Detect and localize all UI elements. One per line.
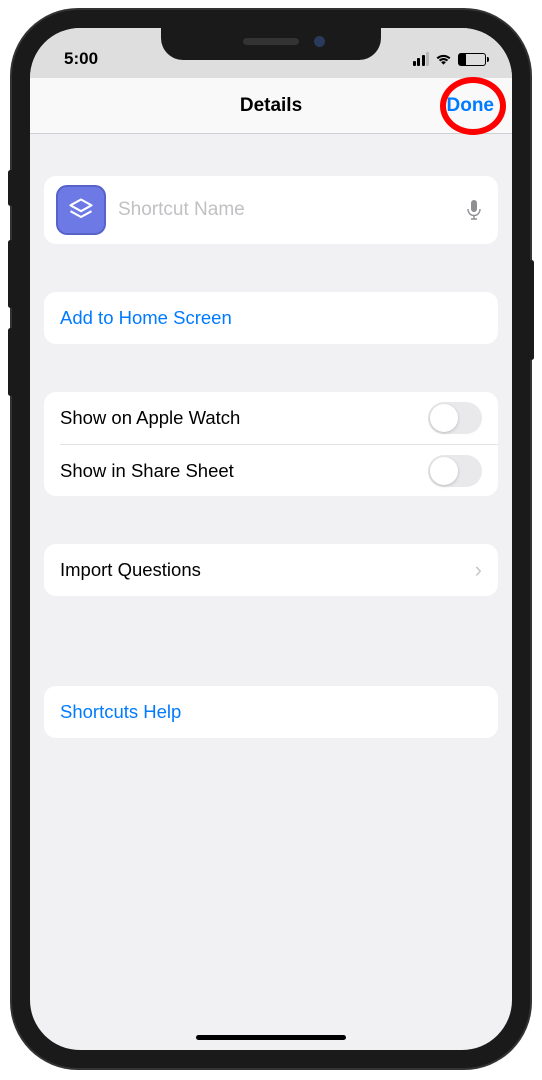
home-indicator[interactable] bbox=[196, 1035, 346, 1040]
add-to-home-screen-row[interactable]: Add to Home Screen bbox=[44, 292, 498, 344]
show-in-share-sheet-row: Show in Share Sheet bbox=[60, 444, 498, 496]
show-in-share-sheet-switch[interactable] bbox=[428, 455, 482, 487]
add-to-home-screen-label: Add to Home Screen bbox=[60, 307, 232, 329]
content-area: Add to Home Screen Show on Apple Watch S… bbox=[30, 176, 512, 738]
shortcut-name-input[interactable] bbox=[118, 199, 462, 221]
show-on-apple-watch-switch[interactable] bbox=[428, 402, 482, 434]
shortcuts-help-row[interactable]: Shortcuts Help bbox=[44, 686, 498, 738]
status-icons bbox=[413, 52, 487, 66]
shortcut-icon-button[interactable] bbox=[56, 185, 106, 235]
dictation-button[interactable] bbox=[462, 198, 486, 222]
status-time: 5:00 bbox=[64, 49, 98, 69]
nav-header: Details Done bbox=[30, 78, 512, 134]
layers-icon bbox=[67, 196, 95, 224]
nav-title: Details bbox=[240, 95, 302, 117]
shortcut-name-group bbox=[44, 176, 498, 244]
battery-icon bbox=[458, 53, 486, 66]
volume-down-button bbox=[8, 328, 13, 396]
power-button bbox=[529, 260, 534, 360]
show-in-share-sheet-label: Show in Share Sheet bbox=[60, 460, 234, 482]
cellular-signal-icon bbox=[413, 52, 430, 66]
import-questions-group: Import Questions › bbox=[44, 544, 498, 596]
chevron-right-icon: › bbox=[475, 557, 482, 583]
show-on-apple-watch-row: Show on Apple Watch bbox=[44, 392, 498, 444]
shortcuts-help-label: Shortcuts Help bbox=[60, 701, 181, 723]
done-button[interactable]: Done bbox=[447, 95, 495, 117]
volume-up-button bbox=[8, 240, 13, 308]
toggles-group: Show on Apple Watch Show in Share Sheet bbox=[44, 392, 498, 496]
import-questions-label: Import Questions bbox=[60, 559, 201, 581]
help-group: Shortcuts Help bbox=[44, 686, 498, 738]
import-questions-row[interactable]: Import Questions › bbox=[44, 544, 498, 596]
wifi-icon bbox=[435, 53, 452, 66]
home-screen-group: Add to Home Screen bbox=[44, 292, 498, 344]
mute-switch bbox=[8, 170, 13, 206]
shortcut-name-row bbox=[44, 176, 498, 244]
notch bbox=[161, 28, 381, 60]
phone-screen: 5:00 Details Done bbox=[30, 28, 512, 1050]
show-on-apple-watch-label: Show on Apple Watch bbox=[60, 407, 240, 429]
phone-frame: 5:00 Details Done bbox=[12, 10, 530, 1068]
microphone-icon bbox=[466, 199, 482, 221]
